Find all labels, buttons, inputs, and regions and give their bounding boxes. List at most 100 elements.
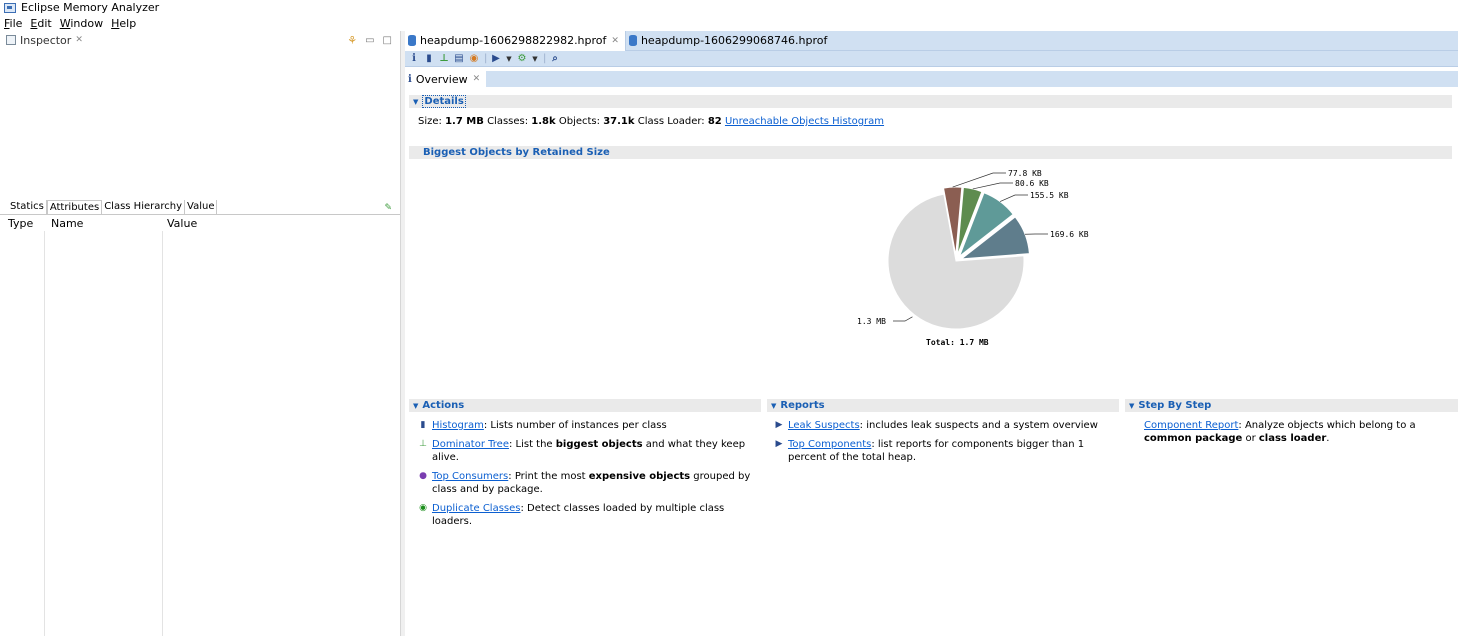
action-top-consumers: ● Top Consumers: Print the most expensiv… xyxy=(417,470,757,496)
reports-section-header[interactable]: ▼ Reports xyxy=(767,399,1119,412)
objects-value: 37.1k xyxy=(603,116,635,127)
info-icon: i xyxy=(408,73,412,85)
menu-help[interactable]: Help xyxy=(111,17,136,30)
toolbar-separator: | xyxy=(484,53,488,64)
leak-suspects-link[interactable]: Leak Suspects xyxy=(788,420,860,431)
maximize-icon[interactable]: □ xyxy=(383,35,392,46)
inspector-tabs: Statics Attributes Class Hierarchy Value… xyxy=(0,200,400,215)
top-consumers-icon: ● xyxy=(419,471,427,481)
title-bar: Eclipse Memory Analyzer xyxy=(0,0,1458,15)
pie-chart-svg: 77.8 KB80.6 KB 155.5 KB 169.6 KB 1.3 MB Tota… xyxy=(857,169,1089,347)
histogram-link[interactable]: Histogram xyxy=(432,420,484,431)
oql-icon[interactable]: ▤ xyxy=(454,53,464,64)
step-text-bold: class loader xyxy=(1258,433,1327,444)
top-components-link[interactable]: Top Components xyxy=(788,439,871,450)
histogram-icon[interactable]: ▮ xyxy=(424,53,434,64)
chevron-down-icon[interactable]: ▼ xyxy=(532,55,538,63)
editor-tab-heapdump-1[interactable]: heapdump-1606298822982.hprof ✕ xyxy=(405,30,626,51)
dominator-tree-link[interactable]: Dominator Tree xyxy=(432,439,509,450)
tab-value[interactable]: Value xyxy=(185,200,218,214)
query-browser-icon[interactable]: ⚙ xyxy=(517,53,527,64)
report-leak-suspects: ▶ Leak Suspects: includes leak suspects … xyxy=(773,419,1113,432)
run-report-icon: ▶ xyxy=(775,439,783,449)
menu-bar: File Edit Window Help xyxy=(0,15,1458,31)
inspector-tab[interactable]: Inspector ✕ xyxy=(0,31,400,49)
top-consumers-link[interactable]: Top Consumers xyxy=(432,471,508,482)
editor-tab-label: heapdump-1606299068746.hprof xyxy=(640,34,828,47)
editor-tab-heapdump-2[interactable]: heapdump-1606299068746.hprof xyxy=(626,31,833,51)
step-text-bold: common package xyxy=(1144,433,1243,444)
menu-file[interactable]: File xyxy=(4,17,22,30)
menu-edit[interactable]: Edit xyxy=(30,17,51,30)
column-divider xyxy=(162,231,163,636)
heapdump-icon xyxy=(408,35,416,46)
chevron-down-icon: ▼ xyxy=(1129,401,1135,410)
action-dominator-tree: ⊥ Dominator Tree: List the biggest objec… xyxy=(417,438,757,464)
run-report-icon: ▶ xyxy=(775,420,783,430)
class-loader-value: 82 xyxy=(707,116,722,127)
slice-leader-line xyxy=(952,172,1006,188)
heap-dump-overview-icon[interactable]: ◉ xyxy=(469,53,479,64)
column-name[interactable]: Name xyxy=(45,217,163,231)
action-text: : List the xyxy=(508,439,556,450)
close-icon[interactable]: ✕ xyxy=(611,36,619,46)
component-report-link[interactable]: Component Report xyxy=(1144,420,1238,431)
objects-label: Objects: xyxy=(558,116,601,127)
class-loader-label: Class Loader: xyxy=(637,116,705,127)
close-icon[interactable]: ✕ xyxy=(75,35,83,45)
report-text: : includes leak suspects and a system ov… xyxy=(859,420,1098,431)
actions-list: ▮ Histogram: Lists number of instances p… xyxy=(417,419,757,534)
unreachable-objects-histogram-link[interactable]: Unreachable Objects Histogram xyxy=(725,116,884,127)
overview-tabbar: i Overview ✕ xyxy=(405,71,1458,87)
window-title: Eclipse Memory Analyzer xyxy=(21,1,160,14)
step-by-step-section-header[interactable]: ▼ Step By Step xyxy=(1125,399,1458,412)
step-text: or xyxy=(1242,433,1259,444)
minimize-icon[interactable]: ▭ xyxy=(365,35,374,46)
search-icon[interactable]: ⌕ xyxy=(550,53,560,64)
tab-attributes[interactable]: Attributes xyxy=(46,200,103,214)
inspector-view: Inspector ✕ ⚘ ▭ □ Statics Attributes Cla… xyxy=(0,31,400,636)
action-text-bold: expensive objects xyxy=(588,471,691,482)
heapdump-icon xyxy=(628,35,637,46)
duplicate-classes-icon: ◉ xyxy=(419,503,427,513)
tab-class-hierarchy[interactable]: Class Hierarchy xyxy=(102,200,186,214)
tab-statics[interactable]: Statics xyxy=(8,200,47,214)
slice-leader-line xyxy=(972,182,1013,190)
step-by-step-list: Component Report: Analyze objects which … xyxy=(1144,419,1454,445)
column-type[interactable]: Type xyxy=(0,217,45,231)
chevron-down-icon: ▼ xyxy=(413,401,419,410)
action-duplicate-classes: ◉ Duplicate Classes: Detect classes load… xyxy=(417,502,757,528)
toolbar-separator: | xyxy=(543,53,547,64)
overview-tab-label: Overview xyxy=(415,72,468,86)
step-by-step-header-label: Step By Step xyxy=(1138,400,1212,411)
details-header-label: Details xyxy=(422,95,466,108)
chevron-down-icon[interactable]: ▼ xyxy=(506,55,512,63)
sync-icon[interactable]: ✎ xyxy=(384,203,392,213)
histogram-icon: ▮ xyxy=(420,420,426,430)
action-text: : Lists number of instances per class xyxy=(483,420,667,431)
size-value: 1.7 MB xyxy=(445,116,484,127)
details-section-header[interactable]: ▼ Details xyxy=(409,95,1452,108)
column-value[interactable]: Value xyxy=(163,217,197,231)
tab-overview[interactable]: i Overview ✕ xyxy=(405,71,487,87)
pin-icon[interactable]: ⚘ xyxy=(347,34,357,47)
actions-section-header[interactable]: ▼ Actions xyxy=(409,399,761,412)
run-report-icon[interactable]: ▶ xyxy=(491,53,501,64)
actions-header-label: Actions xyxy=(422,400,465,411)
info-icon[interactable]: i xyxy=(409,53,419,64)
slice-label: 77.8 KB xyxy=(1008,169,1042,178)
slice-leader-line xyxy=(999,194,1028,202)
details-summary: Size: 1.7 MB Classes: 1.8k Objects: 37.1… xyxy=(418,116,884,127)
close-icon[interactable]: ✕ xyxy=(473,74,481,84)
duplicate-classes-link[interactable]: Duplicate Classes xyxy=(432,503,521,514)
step-text: . xyxy=(1326,433,1330,444)
menu-window[interactable]: Window xyxy=(60,17,103,30)
slice-leader-line xyxy=(893,316,913,322)
slice-label: 155.5 KB xyxy=(1030,191,1069,200)
dominator-tree-icon[interactable]: ⊥ xyxy=(439,53,449,64)
step-text: : Analyze objects which belong to a xyxy=(1238,420,1416,431)
classes-label: Classes: xyxy=(487,116,529,127)
memory-analyzer-app-icon xyxy=(4,2,16,13)
biggest-objects-pie-chart: 77.8 KB 80.6 KB 155.5 KB 169.6 KB 1.3 MB Tota… xyxy=(810,161,1110,361)
slice-label: 80.6 KB xyxy=(1015,179,1049,188)
